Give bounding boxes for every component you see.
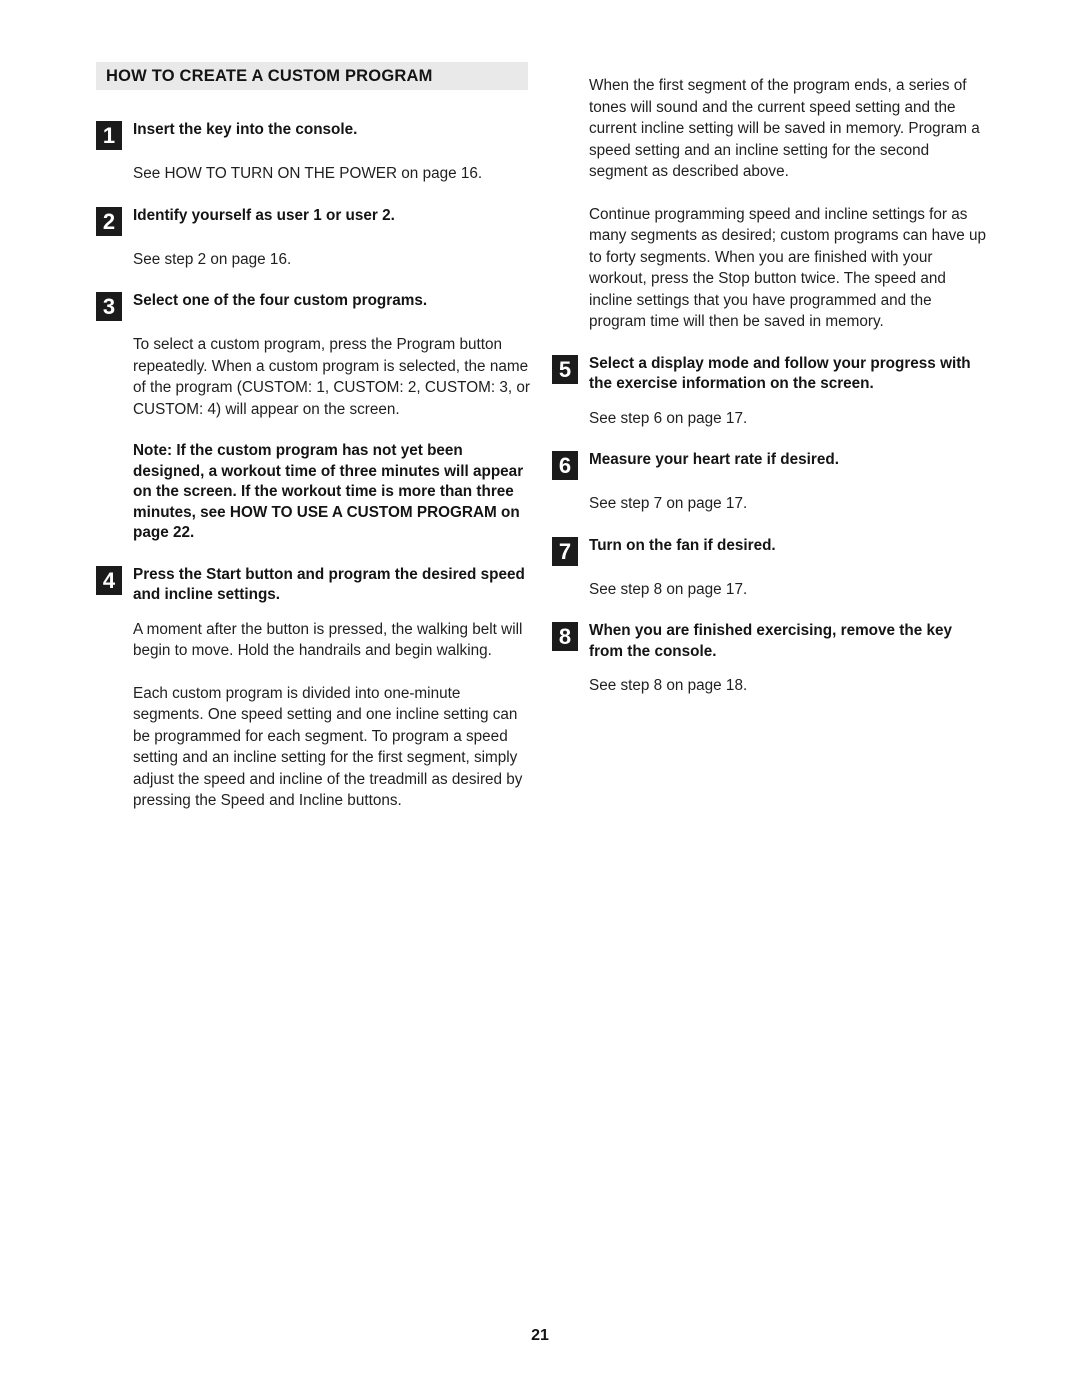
right-column-intro-paragraph-1: When the first segment of the program en… <box>589 77 980 180</box>
section-header-band: HOW TO CREATE A CUSTOM PROGRAM <box>96 62 528 90</box>
step-number-badge-3: 3 <box>96 292 122 321</box>
step-1-title: Insert the key into the console. <box>133 121 358 138</box>
step-8-title: When you are finished exercising, remove… <box>589 622 953 660</box>
manual-page: HOW TO CREATE A CUSTOM PROGRAM 1 Insert … <box>0 0 1080 1397</box>
step-number-badge-5: 5 <box>552 354 578 384</box>
step-number-badge-4: 4 <box>96 565 122 595</box>
step-2-body: See step 2 on page 16. <box>133 250 292 268</box>
step-5: 5 Select a display mode and follow your … <box>552 354 988 395</box>
step-number-badge-7: 7 <box>552 536 578 566</box>
step-7: 7 Turn on the fan if desired. <box>552 536 988 566</box>
step-2-title: Identify yourself as user 1 or user 2. <box>133 206 395 224</box>
step-number-badge-2: 2 <box>96 206 122 236</box>
right-column-intro-paragraph-2: Continue programming speed and incline s… <box>589 205 987 331</box>
step-4-title: Press the Start button and program the d… <box>133 565 525 604</box>
step-8-body: See step 8 on page 18. <box>589 677 748 694</box>
step-4-body-2: Each custom program is divided into one-… <box>133 684 523 810</box>
step-1: 1 Insert the key into the console. <box>96 120 532 150</box>
left-column: HOW TO CREATE A CUSTOM PROGRAM 1 Insert … <box>96 62 532 833</box>
step-number-badge-6: 6 <box>552 451 578 480</box>
page-number: 21 <box>531 1327 549 1344</box>
step-3-body: To select a custom program, press the Pr… <box>133 336 530 418</box>
step-6: 6 Measure your heart rate if desired. <box>552 450 988 480</box>
page-title: HOW TO CREATE A CUSTOM PROGRAM <box>106 67 433 85</box>
step-4: 4 Press the Start button and program the… <box>96 565 532 606</box>
step-5-body: See step 6 on page 17. <box>589 409 748 427</box>
step-5-title: Select a display mode and follow your pr… <box>589 354 971 393</box>
step-1-body: See HOW TO TURN ON THE POWER on page 16. <box>133 165 483 182</box>
step-7-body: See step 8 on page 17. <box>589 580 748 598</box>
step-number-badge-8: 8 <box>552 622 578 651</box>
step-6-body: See step 7 on page 17. <box>589 495 748 512</box>
right-column: When the first segment of the program en… <box>552 62 988 718</box>
step-3: 3 Select one of the four custom programs… <box>96 291 532 321</box>
step-4-body-1: A moment after the button is pressed, th… <box>133 620 523 660</box>
step-7-title: Turn on the fan if desired. <box>589 536 776 554</box>
step-8: 8 When you are finished exercising, remo… <box>552 621 988 662</box>
step-6-title: Measure your heart rate if desired. <box>589 451 839 468</box>
step-3-note: Note: If the custom program has not yet … <box>133 442 524 541</box>
step-2: 2 Identify yourself as user 1 or user 2. <box>96 206 532 236</box>
step-number-badge-1: 1 <box>96 121 122 150</box>
step-3-title: Select one of the four custom programs. <box>133 292 428 309</box>
